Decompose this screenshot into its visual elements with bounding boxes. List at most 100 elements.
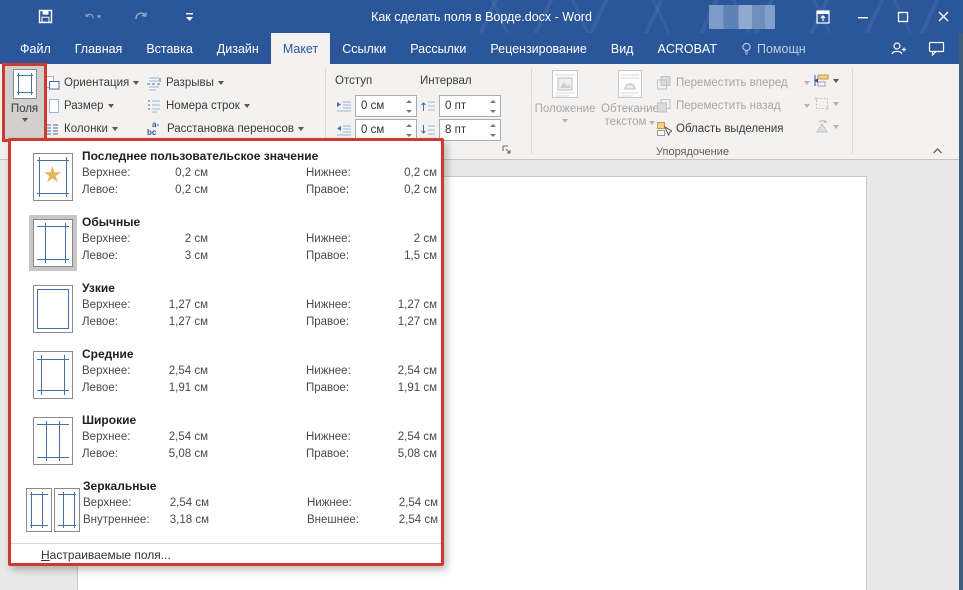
margin-label: Внутреннее: xyxy=(83,513,153,528)
margin-value: 0,2 см xyxy=(378,166,437,181)
group-divider xyxy=(531,68,532,154)
lightbulb-icon xyxy=(741,42,752,56)
breaks-icon xyxy=(146,75,162,91)
wrap-text-icon xyxy=(617,69,643,99)
margin-label: Левое: xyxy=(82,315,152,330)
align-dropdown-arrow xyxy=(833,79,839,83)
margin-label: Правое: xyxy=(306,249,378,264)
spacing-before-icon xyxy=(419,99,436,113)
indent-left-input[interactable] xyxy=(356,96,402,116)
position-icon xyxy=(551,69,579,99)
ribbon-tab-bar: Файл Главная Вставка Дизайн Макет Ссылки… xyxy=(0,33,963,64)
comments-button[interactable] xyxy=(917,33,955,64)
indent-right-increment[interactable] xyxy=(402,120,416,130)
tab-layout[interactable]: Макет xyxy=(271,33,330,64)
tab-design[interactable]: Дизайн xyxy=(205,33,271,64)
tab-view[interactable]: Вид xyxy=(599,33,646,64)
margin-label: Верхнее: xyxy=(82,364,152,379)
margins-dropdown-menu: ★ Последнее пользовательское значение Ве… xyxy=(8,138,444,566)
group-objects-button[interactable] xyxy=(814,96,839,111)
selection-pane-button[interactable]: Область выделения xyxy=(656,118,810,139)
position-button[interactable]: Положение xyxy=(536,69,594,143)
paragraph-dialog-launcher[interactable] xyxy=(502,145,512,155)
margin-value: 5,08 см xyxy=(378,447,437,462)
save-button[interactable] xyxy=(36,8,54,26)
margin-value: 2,54 см xyxy=(152,430,208,445)
columns-button[interactable]: Колонки xyxy=(44,118,118,139)
size-button[interactable]: Размер xyxy=(44,95,114,116)
spacing-before-input[interactable] xyxy=(440,96,486,116)
redo-button[interactable] xyxy=(132,8,150,26)
tab-home[interactable]: Главная xyxy=(63,33,135,64)
margin-preset-last-custom[interactable]: ★ Последнее пользовательское значение Ве… xyxy=(11,144,441,210)
bring-forward-icon xyxy=(656,75,672,90)
tab-references[interactable]: Ссылки xyxy=(330,33,398,64)
maximize-button[interactable] xyxy=(883,0,923,33)
line-numbers-dropdown-arrow xyxy=(244,104,250,108)
margin-label: Левое: xyxy=(82,249,152,264)
spacing-before-decrement[interactable] xyxy=(486,106,500,116)
preset-title: Широкие xyxy=(82,413,437,427)
margin-label: Верхнее: xyxy=(82,166,152,181)
spacing-after-decrement[interactable] xyxy=(486,130,500,140)
margin-preset-narrow[interactable]: Узкие Верхнее: 1,27 см Нижнее: 1,27 см Л… xyxy=(11,276,441,342)
indent-left-decrement[interactable] xyxy=(402,106,416,116)
hyphenation-dropdown-arrow xyxy=(298,127,304,131)
margin-preset-normal[interactable]: Обычные Верхнее: 2 см Нижнее: 2 см Левое… xyxy=(11,210,441,276)
margin-label: Нижнее: xyxy=(306,364,378,379)
undo-button[interactable] xyxy=(84,8,102,26)
custom-margins-menu-item[interactable]: Настраиваемые поля... xyxy=(11,544,441,565)
margins-button[interactable]: Поля xyxy=(5,66,44,139)
annotation-box-margins-button: Поля xyxy=(2,63,47,142)
close-button[interactable] xyxy=(923,0,963,33)
margins-preset-icon xyxy=(29,413,77,469)
tab-acrobat[interactable]: ACROBAT xyxy=(645,33,729,64)
breaks-dropdown-arrow xyxy=(218,81,224,85)
tab-file[interactable]: Файл xyxy=(8,33,63,64)
window-right-edge xyxy=(959,33,963,590)
margin-label: Нижнее: xyxy=(306,232,378,247)
send-backward-icon xyxy=(656,98,672,113)
group-dropdown-arrow xyxy=(833,102,839,106)
spacing-after-increment[interactable] xyxy=(486,120,500,130)
margins-preset-icon xyxy=(29,215,77,271)
margin-label: Нижнее: xyxy=(306,298,378,313)
indent-right-input[interactable] xyxy=(356,120,402,140)
line-numbers-button[interactable]: Номера строк xyxy=(146,95,250,116)
align-objects-button[interactable] xyxy=(814,73,839,88)
tab-help[interactable]: Помощн xyxy=(729,33,818,64)
collapse-ribbon-button[interactable] xyxy=(932,146,943,155)
indent-left-icon xyxy=(335,99,352,113)
spacing-after-input[interactable] xyxy=(440,120,486,140)
indent-left-increment[interactable] xyxy=(402,96,416,106)
tab-mailings[interactable]: Рассылки xyxy=(398,33,478,64)
margin-label: Нижнее: xyxy=(306,430,378,445)
rotate-objects-button[interactable] xyxy=(814,119,839,134)
margins-preset-icon xyxy=(29,347,77,403)
orientation-button[interactable]: Ориентация xyxy=(44,72,139,93)
margin-preset-wide[interactable]: Широкие Верхнее: 2,54 см Нижнее: 2,54 см… xyxy=(11,408,441,474)
ribbon-display-options-button[interactable] xyxy=(803,0,843,33)
margin-label: Правое: xyxy=(306,447,378,462)
margin-label: Левое: xyxy=(82,381,152,396)
margin-value: 1,27 см xyxy=(152,315,208,330)
margin-preset-mirrored[interactable]: Зеркальные Верхнее: 2,54 см Нижнее: 2,54… xyxy=(11,474,441,540)
qat-customize-button[interactable] xyxy=(180,8,198,26)
margin-value: 1,91 см xyxy=(152,381,208,396)
breaks-button[interactable]: Разрывы xyxy=(146,72,224,93)
margin-value: 2,54 см xyxy=(153,496,209,511)
preset-title: Последнее пользовательское значение xyxy=(82,149,437,163)
margin-value: 2,54 см xyxy=(152,364,208,379)
margin-value: 0,2 см xyxy=(152,183,208,198)
share-button[interactable] xyxy=(879,33,917,64)
margin-preset-moderate[interactable]: Средние Верхнее: 2,54 см Нижнее: 2,54 см… xyxy=(11,342,441,408)
send-backward-button[interactable]: Переместить назад xyxy=(656,95,810,116)
spacing-before-increment[interactable] xyxy=(486,96,500,106)
margins-preset-icon xyxy=(22,484,84,536)
tab-review[interactable]: Рецензирование xyxy=(478,33,599,64)
tab-insert[interactable]: Вставка xyxy=(134,33,204,64)
bring-forward-button[interactable]: Переместить вперед xyxy=(656,72,810,93)
wrap-text-button[interactable]: Обтекание текстом xyxy=(598,69,662,143)
hyphenation-button[interactable]: a- bc Расстановка переносов xyxy=(146,118,304,139)
minimize-button[interactable] xyxy=(843,0,883,33)
